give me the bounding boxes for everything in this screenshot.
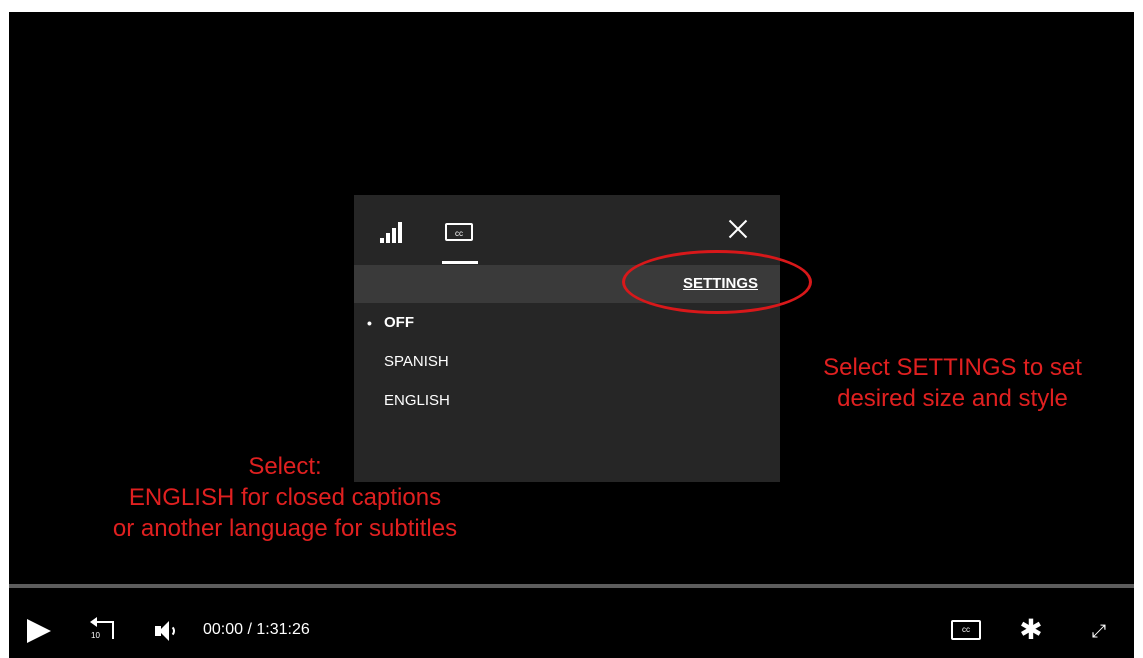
time-current: 00:00 bbox=[203, 621, 244, 638]
volume-icon[interactable] bbox=[155, 619, 181, 643]
signal-bars-icon[interactable] bbox=[380, 221, 406, 243]
time-total: 1:31:26 bbox=[256, 621, 310, 638]
settings-highlight-oval bbox=[622, 250, 812, 314]
annotation-line: Select SETTINGS to set bbox=[823, 354, 1082, 381]
close-icon[interactable] bbox=[726, 217, 750, 241]
language-list: • OFF SPANISH ENGLISH bbox=[354, 311, 780, 428]
play-icon[interactable] bbox=[27, 619, 51, 643]
rewind-10-icon[interactable]: 10 bbox=[88, 617, 122, 645]
cc-icon: cc bbox=[445, 223, 473, 241]
caption-panel: cc SETTINGS • OFF SPANISH ENGLISH bbox=[354, 195, 780, 482]
sound-wave bbox=[167, 625, 175, 637]
captions-button[interactable]: cc bbox=[951, 620, 981, 640]
progress-track[interactable] bbox=[9, 584, 1134, 588]
language-label: ENGLISH bbox=[384, 392, 450, 409]
annotation-line: desired size and style bbox=[837, 385, 1068, 412]
settings-annotation: Select SETTINGS to set desired size and … bbox=[790, 352, 1115, 414]
language-option-spanish[interactable]: SPANISH bbox=[354, 350, 780, 389]
gear-icon[interactable]: ✱ bbox=[1017, 616, 1045, 644]
tab-captions[interactable]: cc bbox=[442, 195, 480, 265]
language-option-off[interactable]: • OFF bbox=[354, 311, 780, 350]
annotation-line: or another language for subtitles bbox=[112, 515, 458, 542]
fullscreen-icon[interactable]: ⤢ bbox=[1086, 618, 1112, 644]
language-label: SPANISH bbox=[384, 353, 449, 370]
active-tab-indicator bbox=[442, 261, 478, 264]
selected-bullet: • bbox=[367, 315, 372, 331]
rewind-arrow bbox=[90, 617, 97, 627]
language-label: OFF bbox=[384, 314, 414, 331]
time-display: 00:00 / 1:31:26 bbox=[203, 621, 310, 639]
language-option-english[interactable]: ENGLISH bbox=[354, 389, 780, 428]
annotation-line: Select: bbox=[248, 453, 322, 480]
rewind-seconds: 10 bbox=[91, 631, 100, 640]
annotation-line: ENGLISH for closed captions bbox=[128, 484, 442, 511]
language-annotation: Select: ENGLISH for closed captions or a… bbox=[60, 451, 510, 544]
time-separator: / bbox=[247, 621, 252, 638]
